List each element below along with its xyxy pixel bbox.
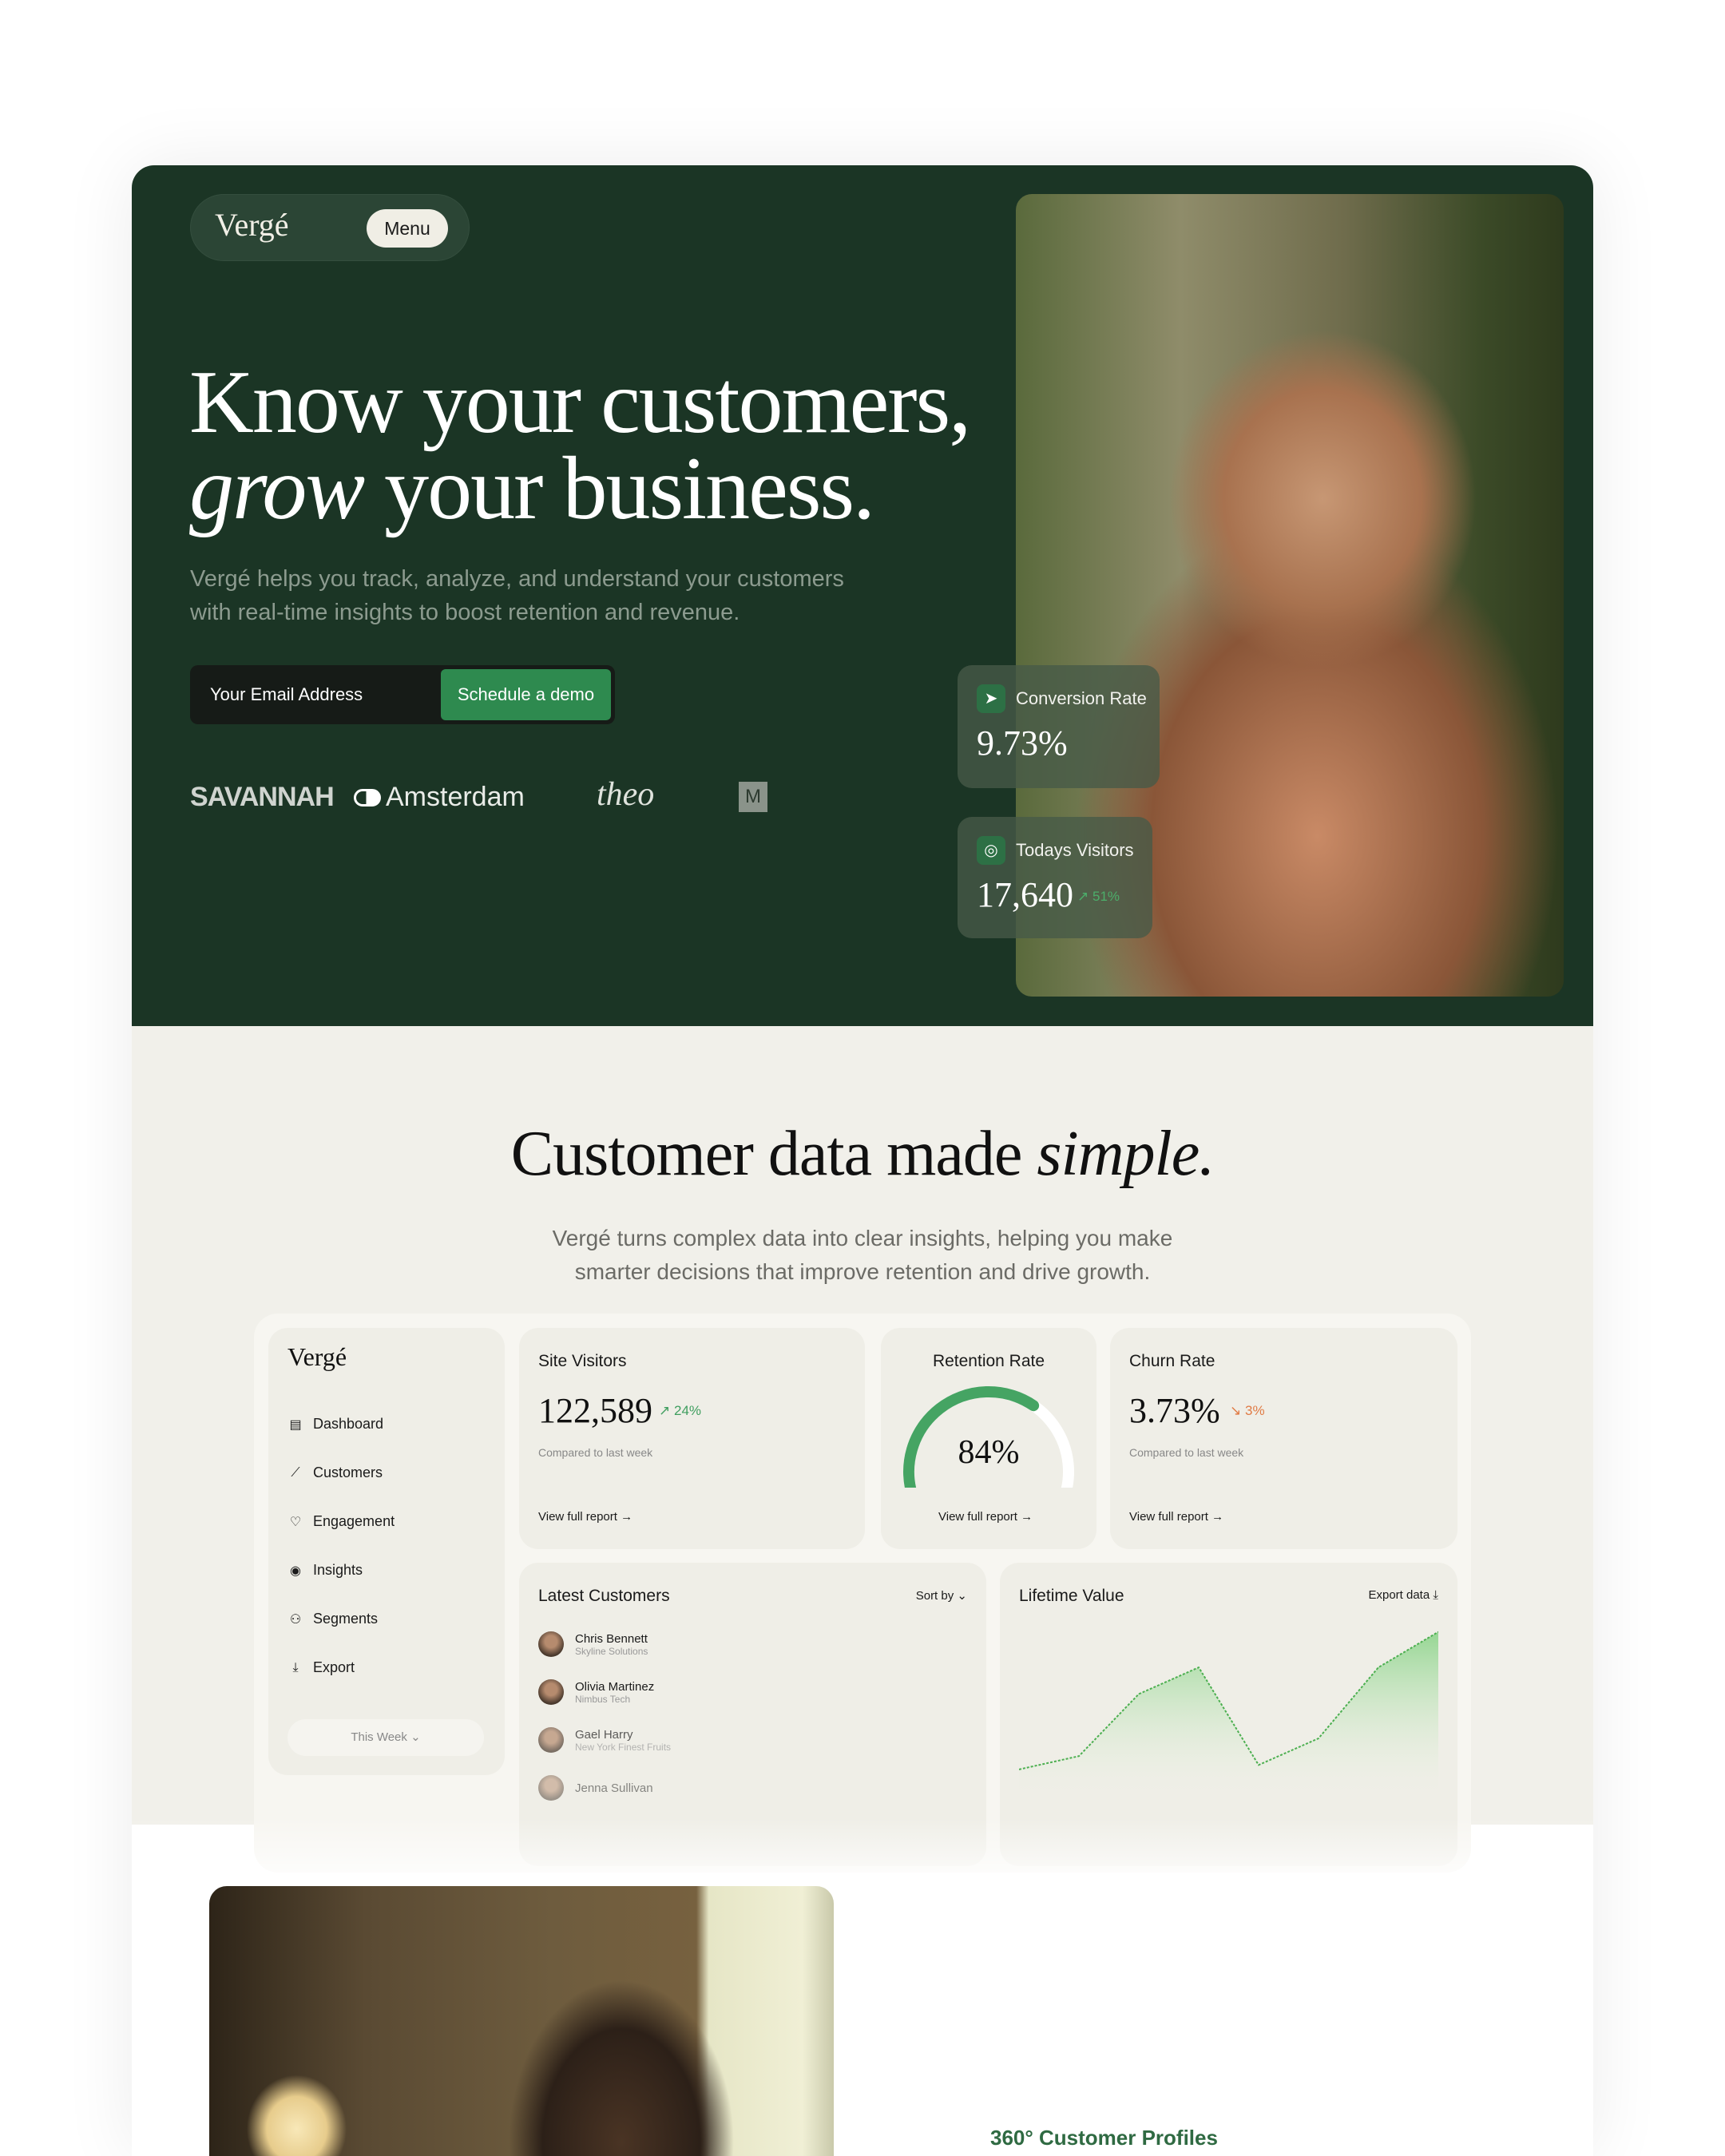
avatar — [538, 1727, 564, 1753]
sidebar-item-dashboard[interactable]: ▤ Dashboard — [288, 1416, 383, 1433]
customer-row[interactable]: Jenna Sullivan — [538, 1775, 653, 1801]
hero-subtitle: Vergé helps you track, analyze, and unde… — [190, 566, 844, 625]
nav-bar: Vergé Menu — [190, 194, 470, 261]
lifetime-value-chart — [1019, 1631, 1438, 1794]
headline-italic: grow — [189, 439, 365, 538]
data-point — [1078, 1755, 1080, 1757]
todays-visitors-card: ◎ Todays Visitors 17,640 ↗ 51% — [958, 817, 1152, 938]
view-report-link[interactable]: View full report → — [1129, 1510, 1223, 1524]
avatar — [538, 1631, 564, 1657]
email-form: Schedule a demo — [190, 665, 615, 724]
headline-rest: your business. — [363, 439, 875, 538]
avatar — [538, 1679, 564, 1705]
schedule-demo-button[interactable]: Schedule a demo — [441, 669, 611, 720]
hero-headline: Know your customers, grow your business. — [189, 358, 971, 533]
section-title: Customer data made simple. — [510, 1119, 1215, 1189]
trend-up-icon: ↗ — [659, 1403, 671, 1418]
customer-row[interactable]: Chris Bennett Skyline Solutions — [538, 1631, 648, 1657]
dashboard-icon: ▤ — [289, 1417, 302, 1432]
sidebar-item-engagement[interactable]: ♡ Engagement — [288, 1513, 395, 1530]
page-card: Vergé Menu Know your customers, grow you… — [132, 165, 1593, 2156]
data-point — [1198, 1667, 1200, 1668]
visitors-change: ↗ 24% — [659, 1403, 702, 1418]
section-subtitle: Vergé turns complex data into clear insi… — [552, 1226, 1173, 1284]
dashboard-logo: Vergé — [288, 1342, 347, 1371]
email-input[interactable] — [190, 665, 438, 724]
sidebar-item-export[interactable]: ⤓ Export — [288, 1659, 355, 1676]
avatar — [538, 1775, 564, 1801]
download-icon: ⤓ — [292, 1660, 299, 1674]
download-icon: ⤓ — [1433, 1588, 1438, 1602]
trend-up-icon: ↗ — [1077, 889, 1089, 904]
churn-change: ↘ 3% — [1230, 1403, 1265, 1418]
site-visitors-card: Site Visitors 122,589 ↗ 24% Compared to … — [519, 1328, 865, 1549]
sidebar-item-segments[interactable]: ⚇ Segments — [288, 1611, 378, 1627]
hero-section: Vergé Menu Know your customers, grow you… — [132, 165, 1593, 1026]
chevron-down-icon: ⌄ — [410, 1730, 421, 1744]
heart-icon: ♡ — [289, 1515, 302, 1529]
chart-line-icon: ⟋ — [291, 1465, 300, 1480]
customer-row[interactable]: Gael Harry New York Finest Fruits — [538, 1727, 671, 1753]
headline-line1: Know your customers, — [189, 353, 971, 452]
visitors-change: ↗ 51% — [1077, 889, 1120, 904]
sort-by-button[interactable]: Sort by ⌄ — [916, 1588, 967, 1603]
export-data-button[interactable]: Export data ⤓ — [1368, 1588, 1438, 1602]
customer-row[interactable]: Olivia Martinez Nimbus Tech — [538, 1679, 654, 1705]
churn-rate-card: Churn Rate 3.73% ↘ 3% Compared to last w… — [1110, 1328, 1457, 1549]
data-point — [1378, 1667, 1379, 1668]
logo-savannah: SAVANNAH — [190, 782, 335, 812]
sidebar-item-customers[interactable]: ⟋ Customers — [288, 1464, 383, 1481]
toggle-logo-icon — [354, 788, 381, 807]
area-fill — [1019, 1631, 1438, 1794]
conversion-rate-card: ➤ Conversion Rate 9.73% — [958, 665, 1160, 788]
feature-photo — [209, 1886, 834, 2156]
sidebar-item-insights[interactable]: ◉ Insights — [288, 1562, 363, 1579]
menu-button[interactable]: Menu — [367, 209, 448, 248]
trend-down-icon: ↘ — [1230, 1403, 1242, 1418]
retention-rate-card: Retention Rate 84% View full report → — [881, 1328, 1096, 1549]
view-report-link[interactable]: View full report → — [538, 1510, 632, 1524]
send-icon: ➤ — [977, 684, 1005, 713]
logo-amsterdam: Amsterdam — [354, 782, 525, 813]
dashboard-preview: Vergé ▤ Dashboard ⟋ Customers ♡ Engagement … — [254, 1314, 1471, 1873]
period-select[interactable]: This Week ⌄ — [288, 1719, 484, 1756]
logo-m: M — [739, 782, 767, 812]
chrome-icon: ◎ — [977, 836, 1005, 865]
logo[interactable]: Vergé — [215, 206, 289, 244]
logo-theo: theo — [597, 776, 655, 813]
eye-icon: ◉ — [290, 1563, 301, 1578]
dashboard-sidebar: Vergé ▤ Dashboard ⟋ Customers ♡ Engagement … — [268, 1328, 505, 1775]
chevron-down-icon: ⌄ — [957, 1589, 967, 1603]
feature-label: 360° Customer Profiles — [990, 2126, 1218, 2150]
users-icon: ⚇ — [289, 1612, 302, 1627]
view-report-link[interactable]: View full report → — [938, 1510, 1033, 1524]
